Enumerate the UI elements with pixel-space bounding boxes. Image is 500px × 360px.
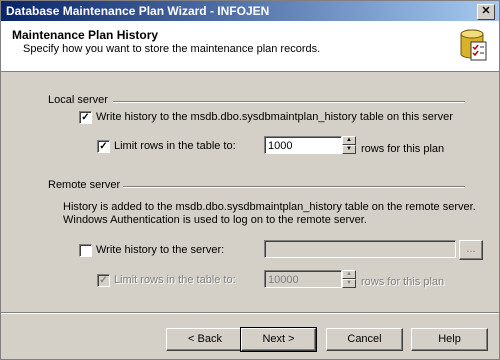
- browse-server-button[interactable]: ...: [459, 240, 483, 260]
- limit-rows-local-checkbox[interactable]: ✓: [97, 140, 110, 153]
- help-button[interactable]: Help: [411, 328, 488, 351]
- cancel-button[interactable]: Cancel: [326, 328, 403, 351]
- window-title: Database Maintenance Plan Wizard - INFOJ…: [6, 4, 270, 18]
- write-history-local-checkbox[interactable]: ✓: [79, 111, 92, 124]
- write-history-remote-label: Write history to the server:: [96, 244, 225, 256]
- page-title: Maintenance Plan History: [12, 28, 159, 42]
- close-icon[interactable]: ✕: [477, 4, 495, 20]
- remote-server-divider: [123, 186, 465, 188]
- limit-rows-remote-label: Limit rows in the table to:: [114, 274, 236, 286]
- remote-description-line1: History is added to the msdb.dbo.sysdbma…: [63, 201, 476, 213]
- limit-rows-local-input[interactable]: 1000: [264, 136, 342, 154]
- remote-description-line2: Windows Authentication is used to log on…: [63, 214, 367, 226]
- remote-server-input[interactable]: [264, 240, 456, 258]
- next-button[interactable]: Next >: [240, 327, 317, 352]
- database-checklist-icon: [460, 29, 487, 61]
- spin-down-icon[interactable]: ▼: [342, 279, 356, 288]
- wizard-header: Maintenance Plan History Specify how you…: [1, 21, 499, 72]
- wizard-window: Database Maintenance Plan Wizard - INFOJ…: [0, 0, 500, 360]
- limit-rows-remote-spinner[interactable]: ▲ ▼: [342, 270, 356, 288]
- local-server-divider: [113, 101, 465, 103]
- limit-rows-remote-checkbox[interactable]: ✓: [97, 274, 110, 287]
- limit-rows-remote-input[interactable]: 10000: [264, 270, 342, 288]
- limit-rows-local-label: Limit rows in the table to:: [114, 140, 236, 152]
- back-button[interactable]: < Back: [166, 328, 244, 351]
- spin-up-icon[interactable]: ▲: [342, 270, 356, 279]
- limit-rows-local-suffix: rows for this plan: [361, 143, 445, 155]
- spin-down-icon[interactable]: ▼: [342, 145, 356, 154]
- spin-up-icon[interactable]: ▲: [342, 136, 356, 145]
- write-history-remote-checkbox[interactable]: [79, 244, 92, 257]
- limit-rows-remote-suffix: rows for this plan: [361, 276, 445, 288]
- local-server-group-label: Local server: [48, 94, 108, 106]
- footer-divider: [1, 312, 499, 314]
- limit-rows-local-spinner[interactable]: ▲ ▼: [342, 136, 356, 154]
- write-history-local-label: Write history to the msdb.dbo.sysdbmaint…: [96, 111, 453, 123]
- remote-server-group-label: Remote server: [48, 179, 121, 191]
- title-bar[interactable]: Database Maintenance Plan Wizard - INFOJ…: [1, 1, 499, 21]
- page-subtitle: Specify how you want to store the mainte…: [23, 43, 321, 55]
